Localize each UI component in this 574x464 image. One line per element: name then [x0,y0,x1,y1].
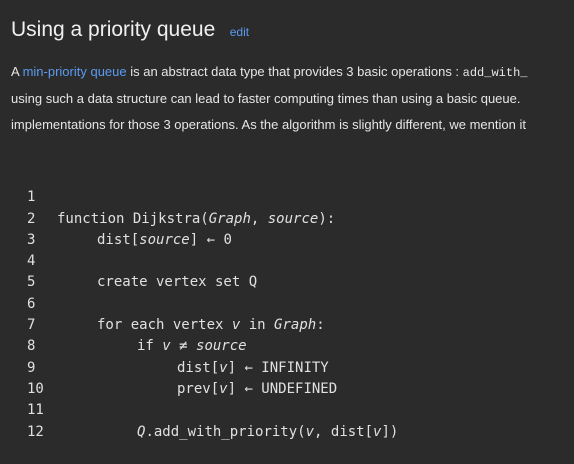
code-line: 10 [0,358,574,397]
code-line: 11 Q.add_with_priority(v, dist[v]) [0,379,574,439]
line-number: 12 [27,423,44,440]
code-line: 7 if v ≠ source [0,294,574,354]
code-token: v [373,423,382,440]
section-title: Using a priority queue [11,18,216,41]
code-line: 4 create vertex set Q [0,230,574,290]
code-line: 2 dist[source] ← 0 [0,187,574,248]
description-paragraph: A min-priority queue is an abstract data… [11,59,574,139]
edit-link[interactable]: edit [230,25,249,39]
code-line: 1 function Dijkstra(Graph, source): [0,166,574,226]
inline-code: add_with_ [462,66,528,80]
code-line: 5 [0,251,574,290]
code-token: Q [137,423,146,440]
paragraph-line-2: using such a data structure can lead to … [11,90,521,106]
paragraph-line-3: implementations for those 3 operations. … [11,117,526,132]
code-token: v [305,423,315,440]
code-text: Q.add_with_priority(v, dist[v]) [137,422,398,443]
paragraph-text: A [11,64,23,79]
code-line: 6 for each vertex v in Graph: [0,272,574,333]
code-line: 3 [0,209,574,248]
code-line: 8 dist[v] ← INFINITY [0,315,574,375]
code-line: 9 prev[v] ← UNDEFINED [0,336,574,397]
paragraph-text: is an abstract data type that provides 3… [126,64,463,79]
min-priority-queue-link[interactable]: min-priority queue [23,64,127,79]
code-line: 12 [0,400,574,440]
code-token: , dist[ [314,423,374,440]
code-token: .add_with_priority( [145,423,306,440]
section-heading: Using a priority queue edit [11,18,249,42]
pseudocode-block: 1 function Dijkstra(Graph, source): 2 di… [0,166,574,440]
code-token: ]) [381,423,399,440]
paragraph-line-1: A min-priority queue is an abstract data… [11,59,574,86]
